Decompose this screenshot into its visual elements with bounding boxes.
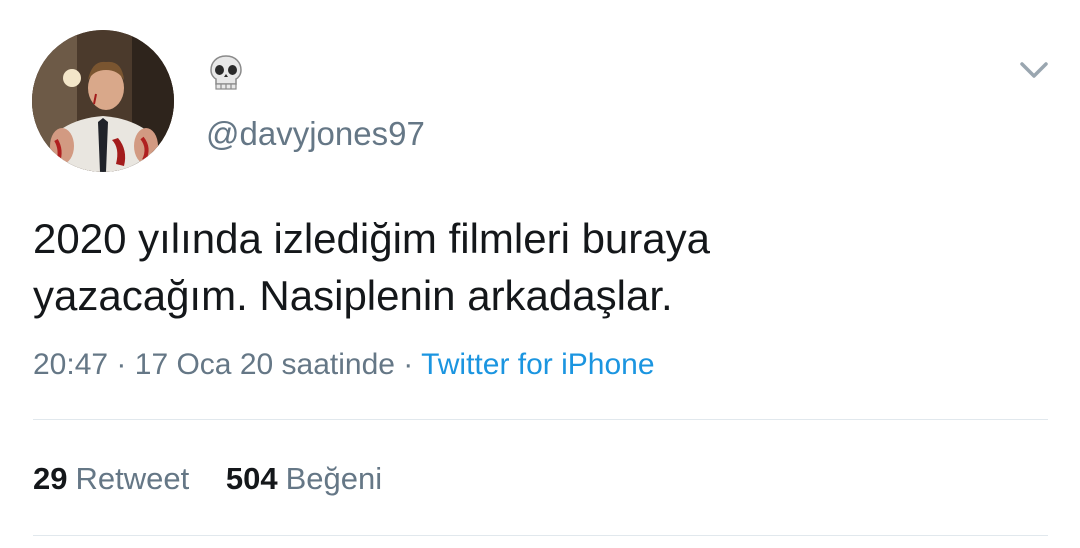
divider	[33, 535, 1048, 536]
like-label: Beğeni	[285, 461, 383, 496]
retweet-count: 29	[33, 461, 68, 496]
display-name-skull-icon	[206, 52, 246, 92]
avatar-photo	[32, 30, 174, 172]
divider	[33, 419, 1048, 420]
tweet-date[interactable]: 17 Oca 20 saatinde	[135, 348, 395, 381]
tweet-source-link[interactable]: Twitter for iPhone	[421, 348, 654, 381]
tweet-time[interactable]: 20:47	[33, 348, 108, 381]
tweet-stats: 29 Retweet 504 Beğeni	[33, 458, 382, 500]
retweet-stat[interactable]: 29 Retweet	[33, 458, 189, 500]
meta-separator: ·	[116, 348, 127, 381]
avatar[interactable]	[32, 30, 174, 172]
retweet-label: Retweet	[75, 461, 190, 496]
user-handle[interactable]: @davyjones97	[206, 112, 425, 156]
meta-separator: ·	[403, 348, 414, 381]
tweet-text-line: 2020 yılında izlediğim filmleri buraya	[33, 215, 710, 262]
tweet-text: 2020 yılında izlediğim filmleri buraya y…	[33, 210, 1033, 324]
tweet-meta: 20:47 · 17 Oca 20 saatinde · Twitter for…	[33, 344, 655, 386]
like-count: 504	[225, 461, 278, 496]
tweet-text-line: yazacağım. Nasiplenin arkadaşlar.	[33, 272, 673, 319]
like-stat[interactable]: 504 Beğeni	[226, 458, 382, 500]
chevron-down-icon[interactable]	[1014, 54, 1054, 86]
